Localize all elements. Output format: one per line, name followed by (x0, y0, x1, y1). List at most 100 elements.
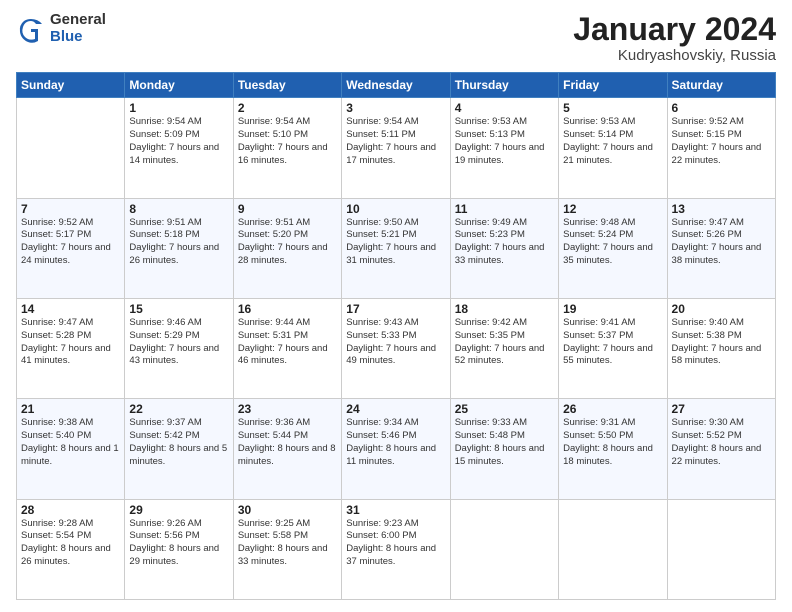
title-month: January 2024 (573, 12, 776, 47)
table-row (17, 98, 125, 198)
table-row: 15Sunrise: 9:46 AMSunset: 5:29 PMDayligh… (125, 298, 233, 398)
day-number: 31 (346, 503, 445, 517)
day-number: 14 (21, 302, 120, 316)
day-number: 7 (21, 202, 120, 216)
day-info: Sunrise: 9:38 AMSunset: 5:40 PMDaylight:… (21, 417, 120, 468)
day-info: Sunrise: 9:40 AMSunset: 5:38 PMDaylight:… (672, 317, 771, 368)
calendar-week-row: 28Sunrise: 9:28 AMSunset: 5:54 PMDayligh… (17, 499, 776, 599)
header-friday: Friday (559, 73, 667, 98)
logo-blue-text: Blue (50, 29, 106, 46)
table-row: 17Sunrise: 9:43 AMSunset: 5:33 PMDayligh… (342, 298, 450, 398)
day-info: Sunrise: 9:54 AMSunset: 5:10 PMDaylight:… (238, 116, 337, 167)
table-row (667, 499, 775, 599)
table-row: 12Sunrise: 9:48 AMSunset: 5:24 PMDayligh… (559, 198, 667, 298)
day-number: 15 (129, 302, 228, 316)
table-row (559, 499, 667, 599)
logo: General Blue (16, 12, 106, 45)
day-number: 28 (21, 503, 120, 517)
header-thursday: Thursday (450, 73, 558, 98)
day-info: Sunrise: 9:50 AMSunset: 5:21 PMDaylight:… (346, 217, 445, 268)
table-row: 20Sunrise: 9:40 AMSunset: 5:38 PMDayligh… (667, 298, 775, 398)
table-row: 27Sunrise: 9:30 AMSunset: 5:52 PMDayligh… (667, 399, 775, 499)
day-info: Sunrise: 9:51 AMSunset: 5:20 PMDaylight:… (238, 217, 337, 268)
table-row: 10Sunrise: 9:50 AMSunset: 5:21 PMDayligh… (342, 198, 450, 298)
header-wednesday: Wednesday (342, 73, 450, 98)
day-number: 24 (346, 402, 445, 416)
table-row: 21Sunrise: 9:38 AMSunset: 5:40 PMDayligh… (17, 399, 125, 499)
table-row: 4Sunrise: 9:53 AMSunset: 5:13 PMDaylight… (450, 98, 558, 198)
day-number: 23 (238, 402, 337, 416)
header: General Blue January 2024 Kudryashovskiy… (16, 12, 776, 64)
table-row: 14Sunrise: 9:47 AMSunset: 5:28 PMDayligh… (17, 298, 125, 398)
table-row: 1Sunrise: 9:54 AMSunset: 5:09 PMDaylight… (125, 98, 233, 198)
day-info: Sunrise: 9:51 AMSunset: 5:18 PMDaylight:… (129, 217, 228, 268)
calendar-table: Sunday Monday Tuesday Wednesday Thursday… (16, 72, 776, 600)
table-row: 19Sunrise: 9:41 AMSunset: 5:37 PMDayligh… (559, 298, 667, 398)
logo-general-text: General (50, 12, 106, 29)
day-info: Sunrise: 9:54 AMSunset: 5:09 PMDaylight:… (129, 116, 228, 167)
day-number: 4 (455, 101, 554, 115)
day-info: Sunrise: 9:47 AMSunset: 5:26 PMDaylight:… (672, 217, 771, 268)
day-info: Sunrise: 9:52 AMSunset: 5:17 PMDaylight:… (21, 217, 120, 268)
title-location: Kudryashovskiy, Russia (573, 47, 776, 64)
table-row: 13Sunrise: 9:47 AMSunset: 5:26 PMDayligh… (667, 198, 775, 298)
logo-icon (16, 14, 46, 44)
day-number: 21 (21, 402, 120, 416)
day-info: Sunrise: 9:47 AMSunset: 5:28 PMDaylight:… (21, 317, 120, 368)
header-sunday: Sunday (17, 73, 125, 98)
day-info: Sunrise: 9:42 AMSunset: 5:35 PMDaylight:… (455, 317, 554, 368)
header-tuesday: Tuesday (233, 73, 341, 98)
day-number: 16 (238, 302, 337, 316)
day-number: 19 (563, 302, 662, 316)
table-row: 2Sunrise: 9:54 AMSunset: 5:10 PMDaylight… (233, 98, 341, 198)
table-row: 28Sunrise: 9:28 AMSunset: 5:54 PMDayligh… (17, 499, 125, 599)
table-row (450, 499, 558, 599)
table-row: 24Sunrise: 9:34 AMSunset: 5:46 PMDayligh… (342, 399, 450, 499)
day-info: Sunrise: 9:33 AMSunset: 5:48 PMDaylight:… (455, 417, 554, 468)
table-row: 5Sunrise: 9:53 AMSunset: 5:14 PMDaylight… (559, 98, 667, 198)
day-info: Sunrise: 9:26 AMSunset: 5:56 PMDaylight:… (129, 518, 228, 569)
day-number: 13 (672, 202, 771, 216)
calendar-week-row: 1Sunrise: 9:54 AMSunset: 5:09 PMDaylight… (17, 98, 776, 198)
table-row: 6Sunrise: 9:52 AMSunset: 5:15 PMDaylight… (667, 98, 775, 198)
day-number: 29 (129, 503, 228, 517)
title-block: January 2024 Kudryashovskiy, Russia (573, 12, 776, 64)
table-row: 18Sunrise: 9:42 AMSunset: 5:35 PMDayligh… (450, 298, 558, 398)
table-row: 9Sunrise: 9:51 AMSunset: 5:20 PMDaylight… (233, 198, 341, 298)
day-info: Sunrise: 9:53 AMSunset: 5:14 PMDaylight:… (563, 116, 662, 167)
day-number: 20 (672, 302, 771, 316)
day-number: 2 (238, 101, 337, 115)
day-info: Sunrise: 9:34 AMSunset: 5:46 PMDaylight:… (346, 417, 445, 468)
day-info: Sunrise: 9:49 AMSunset: 5:23 PMDaylight:… (455, 217, 554, 268)
table-row: 7Sunrise: 9:52 AMSunset: 5:17 PMDaylight… (17, 198, 125, 298)
header-monday: Monday (125, 73, 233, 98)
day-info: Sunrise: 9:52 AMSunset: 5:15 PMDaylight:… (672, 116, 771, 167)
day-info: Sunrise: 9:37 AMSunset: 5:42 PMDaylight:… (129, 417, 228, 468)
calendar-week-row: 14Sunrise: 9:47 AMSunset: 5:28 PMDayligh… (17, 298, 776, 398)
calendar-week-row: 7Sunrise: 9:52 AMSunset: 5:17 PMDaylight… (17, 198, 776, 298)
table-row: 11Sunrise: 9:49 AMSunset: 5:23 PMDayligh… (450, 198, 558, 298)
day-info: Sunrise: 9:46 AMSunset: 5:29 PMDaylight:… (129, 317, 228, 368)
day-number: 8 (129, 202, 228, 216)
day-info: Sunrise: 9:48 AMSunset: 5:24 PMDaylight:… (563, 217, 662, 268)
table-row: 16Sunrise: 9:44 AMSunset: 5:31 PMDayligh… (233, 298, 341, 398)
day-number: 3 (346, 101, 445, 115)
day-number: 22 (129, 402, 228, 416)
calendar-header-row: Sunday Monday Tuesday Wednesday Thursday… (17, 73, 776, 98)
table-row: 22Sunrise: 9:37 AMSunset: 5:42 PMDayligh… (125, 399, 233, 499)
table-row: 8Sunrise: 9:51 AMSunset: 5:18 PMDaylight… (125, 198, 233, 298)
day-info: Sunrise: 9:23 AMSunset: 6:00 PMDaylight:… (346, 518, 445, 569)
day-info: Sunrise: 9:25 AMSunset: 5:58 PMDaylight:… (238, 518, 337, 569)
day-info: Sunrise: 9:30 AMSunset: 5:52 PMDaylight:… (672, 417, 771, 468)
day-info: Sunrise: 9:28 AMSunset: 5:54 PMDaylight:… (21, 518, 120, 569)
table-row: 3Sunrise: 9:54 AMSunset: 5:11 PMDaylight… (342, 98, 450, 198)
logo-text: General Blue (50, 12, 106, 45)
day-number: 12 (563, 202, 662, 216)
day-info: Sunrise: 9:44 AMSunset: 5:31 PMDaylight:… (238, 317, 337, 368)
day-number: 6 (672, 101, 771, 115)
table-row: 29Sunrise: 9:26 AMSunset: 5:56 PMDayligh… (125, 499, 233, 599)
table-row: 30Sunrise: 9:25 AMSunset: 5:58 PMDayligh… (233, 499, 341, 599)
calendar-week-row: 21Sunrise: 9:38 AMSunset: 5:40 PMDayligh… (17, 399, 776, 499)
day-info: Sunrise: 9:41 AMSunset: 5:37 PMDaylight:… (563, 317, 662, 368)
day-number: 9 (238, 202, 337, 216)
